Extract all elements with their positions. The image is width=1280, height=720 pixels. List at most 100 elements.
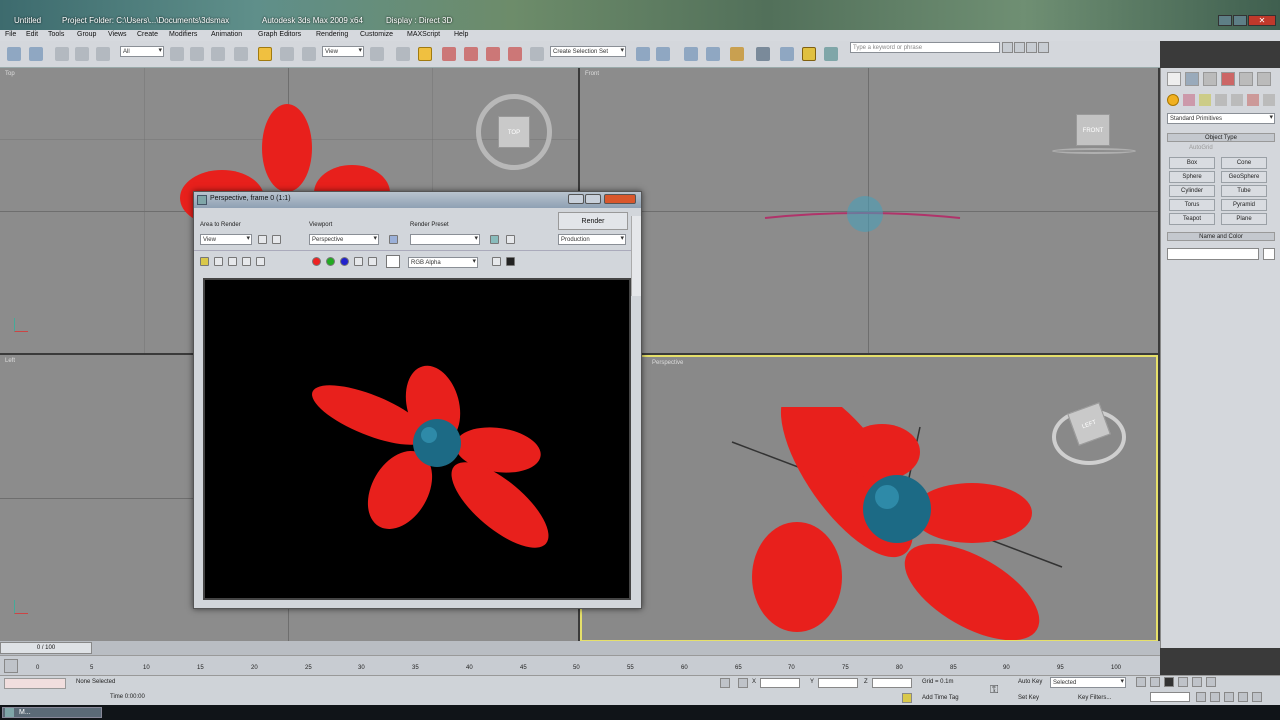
- select-link-icon[interactable]: [55, 47, 69, 61]
- maxscript-listener-input[interactable]: [4, 678, 66, 689]
- next-frame-icon[interactable]: [1178, 677, 1188, 687]
- hierarchy-tab-icon[interactable]: [1203, 72, 1217, 86]
- taskbar-item-3dsmax[interactable]: M...: [2, 707, 102, 718]
- search-input[interactable]: Type a keyword or phrase: [850, 42, 1000, 53]
- select-and-scale-icon[interactable]: [302, 47, 316, 61]
- teapot-button[interactable]: Teapot: [1169, 213, 1215, 225]
- edit-region-icon[interactable]: [258, 235, 267, 244]
- viewcube-front[interactable]: FRONT: [1076, 114, 1110, 146]
- clone-window-icon[interactable]: [228, 257, 237, 266]
- object-type-rollout[interactable]: Object Type: [1167, 133, 1275, 142]
- keyboard-shortcut-override-icon[interactable]: [418, 47, 432, 61]
- geosphere-button[interactable]: GeoSphere: [1221, 171, 1267, 183]
- key-icon[interactable]: ⚿: [990, 684, 1010, 698]
- add-time-tag-button[interactable]: Add Time Tag: [922, 695, 959, 701]
- red-channel-icon[interactable]: [312, 257, 321, 266]
- favorites-icon[interactable]: [1026, 42, 1037, 53]
- viewport-label-perspective[interactable]: Perspective: [652, 360, 683, 366]
- close-icon[interactable]: [604, 194, 636, 204]
- pyramid-button[interactable]: Pyramid: [1221, 199, 1267, 211]
- menu-animation[interactable]: Animation: [211, 31, 242, 38]
- render-window-scrollbar[interactable]: [631, 216, 641, 296]
- key-mode-icon[interactable]: [1206, 677, 1216, 687]
- menu-group[interactable]: Group: [77, 31, 96, 38]
- select-and-move-icon[interactable]: [258, 47, 272, 61]
- y-coordinate-input[interactable]: [818, 678, 858, 688]
- snaps-toggle-icon[interactable]: [442, 47, 456, 61]
- edit-named-selection-icon[interactable]: [530, 47, 544, 61]
- cone-button[interactable]: Cone: [1221, 157, 1267, 169]
- schematic-view-icon[interactable]: [756, 47, 770, 61]
- object-color-swatch[interactable]: [1263, 248, 1275, 260]
- clear-icon[interactable]: [256, 257, 265, 266]
- category-dropdown[interactable]: Standard Primitives: [1167, 113, 1275, 124]
- minimize-button[interactable]: [568, 194, 584, 204]
- z-coordinate-input[interactable]: [872, 678, 912, 688]
- mirror-icon[interactable]: [636, 47, 650, 61]
- time-slider[interactable]: 0 / 100: [0, 642, 92, 654]
- print-image-icon[interactable]: [242, 257, 251, 266]
- previous-frame-icon[interactable]: [1150, 677, 1160, 687]
- graphite-modeling-icon[interactable]: [706, 47, 720, 61]
- menu-graph-editors[interactable]: Graph Editors: [258, 31, 301, 38]
- maximize-button[interactable]: [585, 194, 601, 204]
- lock-selection-icon[interactable]: [720, 678, 730, 688]
- green-channel-icon[interactable]: [326, 257, 335, 266]
- shapes-icon[interactable]: [1183, 94, 1195, 106]
- production-dropdown[interactable]: Production: [558, 234, 626, 245]
- unlink-icon[interactable]: [75, 47, 89, 61]
- time-config-icon[interactable]: [1196, 692, 1206, 702]
- set-key-button[interactable]: Set Key: [1018, 695, 1039, 701]
- menu-customize[interactable]: Customize: [360, 31, 393, 38]
- blue-channel-icon[interactable]: [340, 257, 349, 266]
- percent-snap-icon[interactable]: [486, 47, 500, 61]
- motion-tab-icon[interactable]: [1221, 72, 1235, 86]
- select-and-rotate-icon[interactable]: [280, 47, 294, 61]
- lock-viewport-icon[interactable]: [389, 235, 398, 244]
- viewport-dropdown[interactable]: Perspective: [309, 234, 379, 245]
- geometry-icon[interactable]: [1167, 94, 1179, 106]
- spinner-snap-icon[interactable]: [508, 47, 522, 61]
- select-object-icon[interactable]: [170, 47, 184, 61]
- viewport-label-front[interactable]: Front: [585, 71, 599, 77]
- systems-icon[interactable]: [1263, 94, 1275, 106]
- auto-key-button[interactable]: Auto Key: [1018, 679, 1042, 685]
- viewcube-ring-front[interactable]: [1052, 148, 1136, 154]
- x-coordinate-input[interactable]: [760, 678, 800, 688]
- menu-views[interactable]: Views: [108, 31, 127, 38]
- current-frame-input[interactable]: [1150, 692, 1190, 702]
- select-manipulate-icon[interactable]: [396, 47, 410, 61]
- curve-editor-icon[interactable]: [730, 47, 744, 61]
- track-bar[interactable]: 0 5 10 15 20 25 30 35 40 45 50 55 60 65 …: [0, 655, 1160, 675]
- tube-button[interactable]: Tube: [1221, 185, 1267, 197]
- zoom-icon[interactable]: [1210, 692, 1220, 702]
- menu-create[interactable]: Create: [137, 31, 158, 38]
- utilities-tab-icon[interactable]: [1257, 72, 1271, 86]
- reference-coordinate-dropdown[interactable]: View: [322, 46, 364, 57]
- window-crossing-icon[interactable]: [234, 47, 248, 61]
- render-setup-icon[interactable]: [802, 47, 816, 61]
- material-editor-icon[interactable]: [780, 47, 794, 61]
- angle-snap-icon[interactable]: [464, 47, 478, 61]
- space-warps-icon[interactable]: [1247, 94, 1259, 106]
- key-filters-button[interactable]: Key Filters...: [1078, 695, 1111, 701]
- render-production-icon[interactable]: [824, 47, 838, 61]
- render-preset-dropdown[interactable]: [410, 234, 480, 245]
- autogrid-checkbox[interactable]: AutoGrid: [1189, 145, 1213, 151]
- menu-edit[interactable]: Edit: [26, 31, 38, 38]
- go-to-end-icon[interactable]: [1192, 677, 1202, 687]
- selection-filter-dropdown[interactable]: All: [120, 46, 164, 57]
- align-icon[interactable]: [656, 47, 670, 61]
- orbit-icon[interactable]: [1238, 692, 1248, 702]
- go-to-start-icon[interactable]: [1136, 677, 1146, 687]
- viewport-front[interactable]: Front FRONT: [580, 68, 1158, 353]
- pan-view-icon[interactable]: [1224, 692, 1234, 702]
- viewport-label-top[interactable]: Top: [5, 71, 15, 77]
- swatch-color[interactable]: [386, 255, 400, 268]
- torus-button[interactable]: Torus: [1169, 199, 1215, 211]
- render-button[interactable]: Render: [558, 212, 628, 230]
- menu-rendering[interactable]: Rendering: [316, 31, 348, 38]
- layer-manager-icon[interactable]: [684, 47, 698, 61]
- menu-file[interactable]: File: [5, 31, 16, 38]
- undo-icon[interactable]: [7, 47, 21, 61]
